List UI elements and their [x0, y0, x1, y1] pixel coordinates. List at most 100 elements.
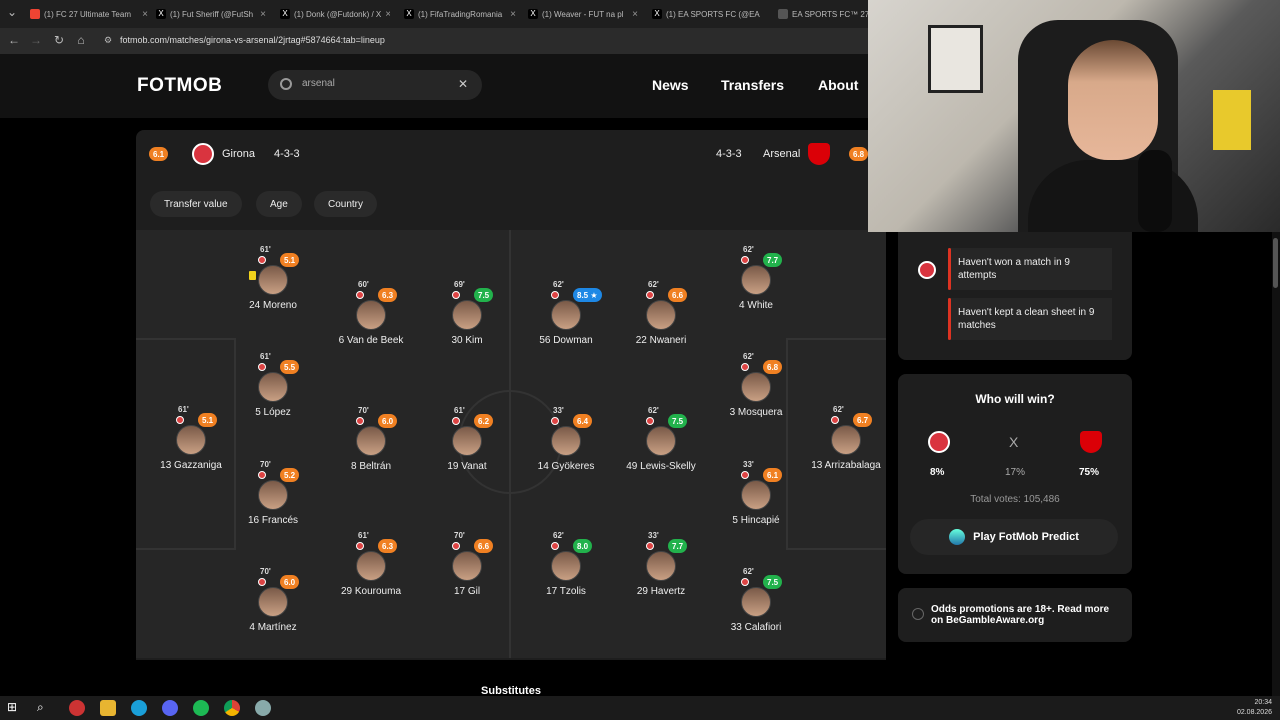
- site-info-icon[interactable]: ⚙: [100, 32, 116, 48]
- player-card[interactable]: 62' 8.0 17 Tzolis: [511, 531, 621, 611]
- search-box[interactable]: ✕: [268, 70, 482, 100]
- substitution-icon: [646, 417, 654, 425]
- address-bar[interactable]: fotmob.com/matches/girona-vs-arsenal/2jr…: [120, 35, 385, 45]
- sub-minute: 33': [648, 531, 659, 540]
- search-input[interactable]: [302, 78, 442, 89]
- home-team-name[interactable]: Girona: [222, 148, 255, 160]
- streamer-body-image: [1028, 160, 1198, 232]
- player-card[interactable]: 70' 6.0 8 Beltrán: [316, 406, 426, 486]
- home-formation: 4-3-3: [274, 148, 300, 160]
- player-avatar: [452, 551, 482, 581]
- search-icon: [280, 78, 292, 90]
- x-icon: X: [528, 9, 538, 19]
- nav-transfers[interactable]: Transfers: [721, 77, 784, 93]
- chrome-icon[interactable]: [224, 700, 240, 716]
- reload-icon[interactable]: ↻: [51, 32, 67, 48]
- player-card[interactable]: 69' 7.5 30 Kim: [412, 280, 522, 360]
- player-name: 5 Hincapié: [732, 515, 780, 526]
- vote-draw-button[interactable]: X: [1009, 434, 1018, 450]
- player-name: 16 Francés: [247, 515, 299, 526]
- player-name: 29 Havertz: [636, 586, 686, 597]
- microphone-image: [1138, 150, 1172, 232]
- away-vote-pct: 75%: [1079, 467, 1100, 478]
- tab-label: (1) Weaver - FUT na pl: [542, 9, 624, 19]
- x-icon: X: [652, 9, 662, 19]
- spotify-icon[interactable]: [193, 700, 209, 716]
- player-card[interactable]: 33' 6.4 14 Gyökeres: [511, 406, 621, 486]
- app-icon[interactable]: [69, 700, 85, 716]
- player-card[interactable]: 61' 6.2 19 Vanat: [412, 406, 522, 486]
- player-card[interactable]: 70' 6.6 17 Gil: [412, 531, 522, 611]
- player-card[interactable]: 61' 5.1 24 Moreno: [218, 245, 328, 325]
- close-icon[interactable]: ×: [142, 9, 148, 20]
- player-card[interactable]: 61' 5.5 5 López: [218, 352, 328, 432]
- file-explorer-icon[interactable]: [100, 700, 116, 716]
- fotmob-logo[interactable]: FOTMOB: [137, 75, 222, 97]
- vote-home-button[interactable]: [928, 431, 950, 453]
- arsenal-crest-icon[interactable]: [808, 143, 830, 165]
- player-card[interactable]: 33' 7.7 29 Havertz: [606, 531, 716, 611]
- system-clock[interactable]: 20:34 02.08.2026: [1237, 698, 1272, 718]
- player-card[interactable]: 62' 6.7 13 Arrizabalaga: [791, 405, 901, 485]
- nav-about[interactable]: About: [818, 77, 858, 93]
- player-card[interactable]: 62' 7.5 33 Calafiori: [701, 567, 811, 647]
- sub-minute: 62': [648, 406, 659, 415]
- player-rating: 6.6: [668, 288, 688, 302]
- player-card[interactable]: 62' 7.5 49 Lewis-Skelly: [606, 406, 716, 486]
- close-icon[interactable]: ×: [510, 9, 516, 20]
- browser-tab[interactable]: X (1) Donk (@Futdonk) / X ×: [280, 4, 390, 24]
- player-card[interactable]: 60' 6.3 6 Van de Beek: [316, 280, 426, 360]
- app-icon[interactable]: [255, 700, 271, 716]
- browser-tab[interactable]: EA SPORTS FC™ 27 | FU: [778, 4, 868, 24]
- fact-card: Haven't kept a clean sheet in 9 matches: [948, 298, 1112, 340]
- close-icon[interactable]: ×: [260, 9, 266, 20]
- player-card[interactable]: 62' 8.5 ★ 56 Dowman: [511, 280, 621, 360]
- filter-age[interactable]: Age: [256, 191, 302, 217]
- substitution-icon: [646, 542, 654, 550]
- windows-start-icon[interactable]: ⊞: [7, 700, 23, 716]
- filter-country[interactable]: Country: [314, 191, 378, 217]
- browser-tab[interactable]: X (1) Fut Sheriff (@FutSh ×: [156, 4, 266, 24]
- away-team-name[interactable]: Arsenal: [763, 148, 800, 160]
- edge-icon[interactable]: [131, 700, 147, 716]
- substitution-icon: [356, 542, 364, 550]
- search-icon[interactable]: ⌕: [37, 700, 53, 716]
- player-card[interactable]: 62' 6.6 22 Nwaneri: [606, 280, 716, 360]
- forward-icon[interactable]: →: [28, 32, 44, 48]
- player-avatar: [646, 300, 676, 330]
- substitution-icon: [831, 416, 839, 424]
- home-icon[interactable]: ⌂: [73, 32, 89, 48]
- scrollbar-thumb[interactable]: [1273, 238, 1278, 288]
- browser-tab[interactable]: X (1) Weaver - FUT na pl ×: [528, 4, 638, 24]
- browser-tab[interactable]: (1) FC 27 Ultimate Team ×: [30, 4, 148, 24]
- draw-vote-pct: 17%: [1005, 467, 1026, 478]
- player-card[interactable]: 62' 7.7 4 White: [701, 245, 811, 325]
- browser-tab[interactable]: X(1) EA SPORTS FC (@EA×: [652, 4, 764, 24]
- player-name: 6 Van de Beek: [338, 335, 404, 346]
- odds-disclaimer-text[interactable]: Odds promotions are 18+. Read more on Be…: [931, 604, 1121, 626]
- filter-transfer-value[interactable]: Transfer value: [150, 191, 242, 217]
- scrollbar[interactable]: [1272, 232, 1280, 696]
- player-card[interactable]: 61' 6.3 29 Kourouma: [316, 531, 426, 611]
- youtube-icon: [30, 9, 40, 19]
- player-name: 22 Nwaneri: [635, 335, 687, 346]
- vote-away-button[interactable]: [1080, 431, 1102, 453]
- tab-list-icon[interactable]: ⌄: [4, 4, 20, 20]
- discord-icon[interactable]: [162, 700, 178, 716]
- close-icon[interactable]: ×: [385, 9, 390, 20]
- sub-minute: 61': [358, 531, 369, 540]
- framed-jersey-image: [928, 25, 983, 93]
- player-rating: 6.1: [763, 468, 783, 482]
- sub-minute: 61': [178, 405, 189, 414]
- close-icon[interactable]: ✕: [458, 77, 468, 91]
- close-icon[interactable]: ×: [632, 9, 638, 20]
- substitution-icon: [258, 471, 266, 479]
- browser-tab[interactable]: X (1) FifaTradingRomania ×: [404, 4, 516, 24]
- nav-news[interactable]: News: [652, 77, 689, 93]
- girona-crest-icon[interactable]: [192, 143, 214, 165]
- player-avatar: [356, 551, 386, 581]
- player-card[interactable]: 70' 6.0 4 Martínez: [218, 567, 328, 647]
- back-icon[interactable]: ←: [6, 32, 22, 48]
- player-card[interactable]: 70' 5.2 16 Francés: [218, 460, 328, 540]
- play-predict-button[interactable]: Play FotMob Predict: [910, 519, 1118, 555]
